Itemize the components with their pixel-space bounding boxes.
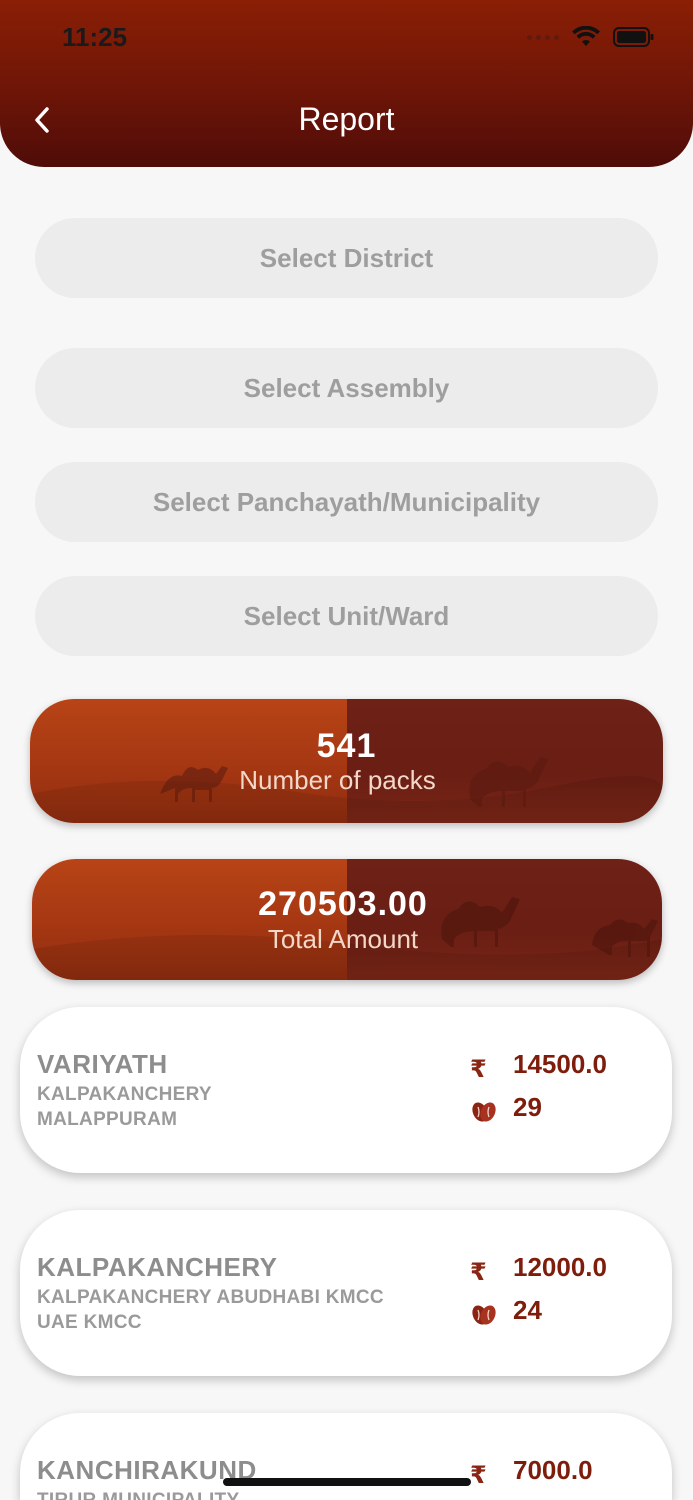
status-icons [527,26,655,48]
report-card[interactable]: KANCHIRAKUND TIRUR MUNICIPALITY ₹ 7000.0 [20,1413,672,1500]
assembly-select-label: Select Assembly [243,372,450,403]
unit-name: VARIYATH [37,1049,168,1079]
assembly-select[interactable]: Select Assembly [35,348,658,428]
unit-ward-select-label: Select Unit/Ward [243,600,450,631]
packs-count: 541 [316,727,377,765]
panchayath-name: KALPAKANCHERY [37,1084,212,1105]
panchayath-name: KALPAKANCHERY ABUDHABI KMCC [37,1287,384,1308]
wifi-icon [572,26,600,46]
district-select-label: Select District [259,242,434,273]
dates-fruit-icon [472,1102,496,1122]
district-name: UAE KMCC [37,1312,142,1333]
panchayath-name: TIRUR MUNICIPALITY [37,1490,239,1500]
report-card[interactable]: KALPAKANCHERY KALPAKANCHERY ABUDHABI KMC… [20,1210,672,1376]
packs-label: Number of packs [239,765,436,795]
packs-value: 29 [513,1092,542,1122]
unit-name: KALPAKANCHERY [37,1252,278,1282]
district-name: MALAPPURAM [37,1109,178,1130]
amount-summary-card: 270503.00 Total Amount [32,859,662,980]
unit-ward-select[interactable]: Select Unit/Ward [35,576,658,656]
rupee-icon: ₹ [470,1462,487,1489]
home-indicator [223,1478,471,1486]
rupee-icon: ₹ [470,1259,487,1286]
panchayath-select[interactable]: Select Panchayath/Municipality [35,462,658,542]
amount-value: 14500.0 [513,1049,607,1079]
packs-summary-card: 541 Number of packs [30,699,663,823]
battery-icon [613,27,654,47]
dates-fruit-icon [472,1305,496,1325]
panchayath-select-label: Select Panchayath/Municipality [152,486,541,517]
page-title: Report [298,101,395,137]
amount-value: 12000.0 [513,1252,607,1282]
total-amount-label: Total Amount [267,924,419,954]
rupee-icon: ₹ [470,1056,487,1083]
status-time: 11:25 [62,22,128,52]
report-card[interactable]: VARIYATH KALPAKANCHERY MALAPPURAM ₹ 1450… [20,1007,672,1173]
signal-icon [527,34,559,40]
app-header: 11:25 Report [0,0,693,167]
total-amount-value: 270503.00 [258,885,428,923]
district-select[interactable]: Select District [35,218,658,298]
amount-value: 7000.0 [513,1455,593,1485]
packs-value: 24 [513,1295,542,1325]
